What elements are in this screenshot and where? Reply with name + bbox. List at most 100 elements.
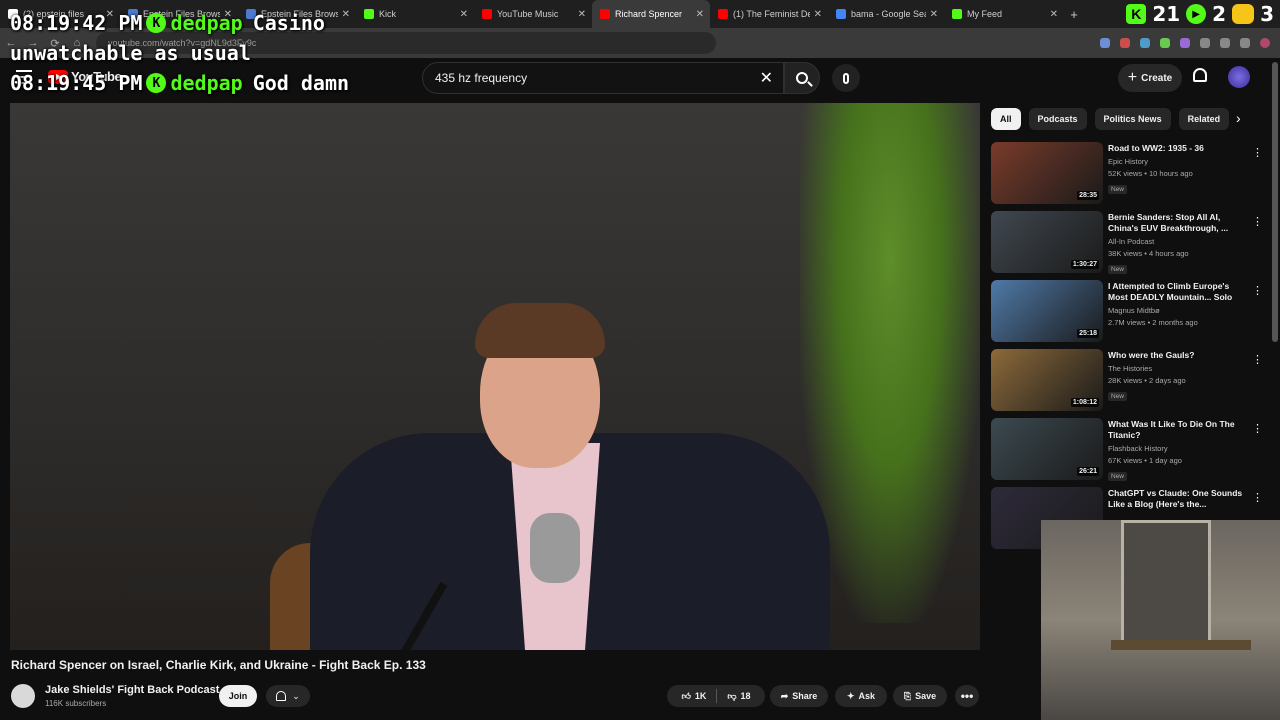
- like-dislike-group: 👍︎ 1K 👎︎ 18: [667, 685, 765, 707]
- scrollbar[interactable]: [1272, 62, 1278, 342]
- extension-tray: K 21 ▶ 2 3: [1126, 0, 1280, 28]
- extension-icon[interactable]: [1100, 38, 1110, 48]
- video-title[interactable]: I Attempted to Climb Europe's Most DEADL…: [1108, 281, 1248, 303]
- thumbs-up-icon[interactable]: 👍︎: [681, 691, 690, 702]
- video-title[interactable]: Who were the Gauls?: [1108, 350, 1248, 361]
- chevron-right-icon[interactable]: ›: [1236, 110, 1241, 126]
- game-face-icon[interactable]: [1232, 4, 1255, 24]
- extension-icon[interactable]: [1180, 38, 1190, 48]
- webcam-overlay: [1041, 520, 1280, 720]
- close-tab-icon[interactable]: ✕: [578, 9, 586, 20]
- join-button[interactable]: Join: [219, 685, 257, 707]
- save-label: Save: [915, 691, 937, 701]
- more-options-icon[interactable]: ⋮: [1252, 422, 1263, 435]
- filter-chip[interactable]: Podcasts: [1028, 108, 1087, 130]
- browser-tab[interactable]: (1) The Feminist De ✕: [710, 0, 828, 28]
- ask-button[interactable]: ✦ Ask: [835, 685, 887, 707]
- filter-chip[interactable]: All: [991, 108, 1021, 130]
- video-title[interactable]: Road to WW2: 1935 - 36: [1108, 143, 1248, 154]
- close-tab-icon[interactable]: ✕: [814, 9, 822, 20]
- more-options-icon[interactable]: ⋮: [1252, 284, 1263, 297]
- notifications-bell-icon[interactable]: [1193, 68, 1207, 82]
- chevron-down-icon: ⌄: [292, 690, 300, 701]
- extension-icon[interactable]: [1160, 38, 1170, 48]
- filter-chip[interactable]: Related: [1178, 108, 1230, 130]
- tray-counter-2: 2: [1212, 2, 1227, 26]
- user-avatar[interactable]: [1228, 66, 1250, 88]
- more-options-icon[interactable]: ⋮: [1252, 146, 1263, 159]
- channel-name[interactable]: Magnus Midtbø: [1108, 306, 1248, 315]
- profile-avatar-icon[interactable]: [1260, 38, 1270, 48]
- video-thumbnail[interactable]: 28:35: [991, 142, 1103, 204]
- more-options-icon[interactable]: ⋮: [1252, 215, 1263, 228]
- play-icon[interactable]: ▶: [1186, 4, 1207, 24]
- close-tab-icon[interactable]: ✕: [1050, 9, 1058, 20]
- channel-name[interactable]: Flashback History: [1108, 444, 1248, 453]
- browser-tab[interactable]: My Feed ✕: [944, 0, 1064, 28]
- extension-icon[interactable]: [1120, 38, 1130, 48]
- search-button[interactable]: [784, 62, 820, 94]
- recommended-video[interactable]: 25:18 I Attempted to Climb Europe's Most …: [991, 280, 1271, 348]
- video-duration: 1:30:27: [1070, 260, 1099, 269]
- extension-icon[interactable]: [1240, 38, 1250, 48]
- recommended-video[interactable]: 26:21 What Was It Like To Die On The Tita…: [991, 418, 1271, 486]
- video-duration: 28:35: [1077, 191, 1099, 200]
- filter-chip[interactable]: Politics News: [1094, 108, 1171, 130]
- channel-name[interactable]: All-In Podcast: [1108, 237, 1248, 246]
- close-tab-icon[interactable]: ✕: [930, 9, 938, 20]
- more-options-icon[interactable]: ⋮: [1252, 491, 1263, 504]
- chat-text: unwatchable as usual: [10, 41, 251, 65]
- more-options-icon[interactable]: ⋮: [1252, 353, 1263, 366]
- video-thumbnail[interactable]: 1:08:12: [991, 349, 1103, 411]
- create-button[interactable]: + Create: [1118, 64, 1182, 92]
- video-duration: 26:21: [1077, 467, 1099, 476]
- close-tab-icon[interactable]: ✕: [460, 9, 468, 20]
- tab-favicon-icon: [364, 9, 374, 19]
- new-tab-icon[interactable]: +: [1064, 7, 1084, 22]
- channel-name[interactable]: Epic History: [1108, 157, 1248, 166]
- search-input[interactable]: 435 hz frequency ✕: [422, 62, 784, 94]
- extension-icon[interactable]: [1140, 38, 1150, 48]
- recommended-video[interactable]: 1:30:27 Bernie Sanders: Stop All AI, Chin…: [991, 211, 1271, 279]
- dislike-count[interactable]: 18: [741, 691, 751, 701]
- browser-tab[interactable]: bama - Google Sea ✕: [828, 0, 944, 28]
- recommended-video[interactable]: 1:08:12 Who were the Gauls? The Histories 2…: [991, 349, 1271, 417]
- share-button[interactable]: ➦ Share: [770, 685, 828, 707]
- like-count[interactable]: 1K: [695, 691, 707, 701]
- video-thumbnail[interactable]: 25:18: [991, 280, 1103, 342]
- browser-tab[interactable]: YouTube Music ✕: [474, 0, 592, 28]
- channel-name[interactable]: Jake Shields' Fight Back Podcast: [45, 684, 219, 696]
- subscribed-notifications-button[interactable]: ⌄: [266, 685, 310, 707]
- new-badge: New: [1108, 185, 1128, 194]
- clear-search-icon[interactable]: ✕: [760, 68, 773, 88]
- thumbs-down-icon[interactable]: 👎︎: [727, 691, 736, 702]
- video-info: Bernie Sanders: Stop All AI, China's EUV…: [1108, 212, 1248, 276]
- video-thumbnail[interactable]: 1:30:27: [991, 211, 1103, 273]
- channel-name[interactable]: The Histories: [1108, 364, 1248, 373]
- channel-avatar[interactable]: [11, 684, 35, 708]
- extension-icon[interactable]: [1200, 38, 1210, 48]
- video-thumbnail[interactable]: 26:21: [991, 418, 1103, 480]
- extension-icon[interactable]: [1220, 38, 1230, 48]
- video-info: ChatGPT vs Claude: One Sounds Like a Blo…: [1108, 488, 1248, 510]
- tab-favicon-icon: [718, 9, 728, 19]
- video-title[interactable]: What Was It Like To Die On The Titanic?: [1108, 419, 1248, 441]
- browser-tab[interactable]: Kick ✕: [356, 0, 474, 28]
- kick-logo-icon[interactable]: K: [1126, 4, 1147, 24]
- extension-icons: [1100, 38, 1280, 48]
- search-query: 435 hz frequency: [435, 71, 528, 85]
- recommended-video[interactable]: 28:35 Road to WW2: 1935 - 36 Epic History 5…: [991, 142, 1271, 210]
- chat-username: dedpap: [170, 11, 243, 35]
- tab-favicon-icon: [836, 9, 846, 19]
- close-tab-icon[interactable]: ✕: [696, 9, 704, 20]
- video-player[interactable]: [10, 103, 980, 650]
- video-meta: 67K views • 1 day ago: [1108, 456, 1182, 465]
- video-title[interactable]: Bernie Sanders: Stop All AI, China's EUV…: [1108, 212, 1248, 234]
- save-button[interactable]: ⎘ Save: [893, 685, 947, 707]
- browser-tab[interactable]: Richard Spencer ✕: [592, 0, 710, 28]
- more-actions-button[interactable]: •••: [955, 685, 979, 707]
- new-badge: New: [1108, 392, 1128, 401]
- tab-label: Richard Spencer: [615, 9, 683, 19]
- voice-search-button[interactable]: [832, 64, 860, 92]
- video-title[interactable]: ChatGPT vs Claude: One Sounds Like a Blo…: [1108, 488, 1248, 510]
